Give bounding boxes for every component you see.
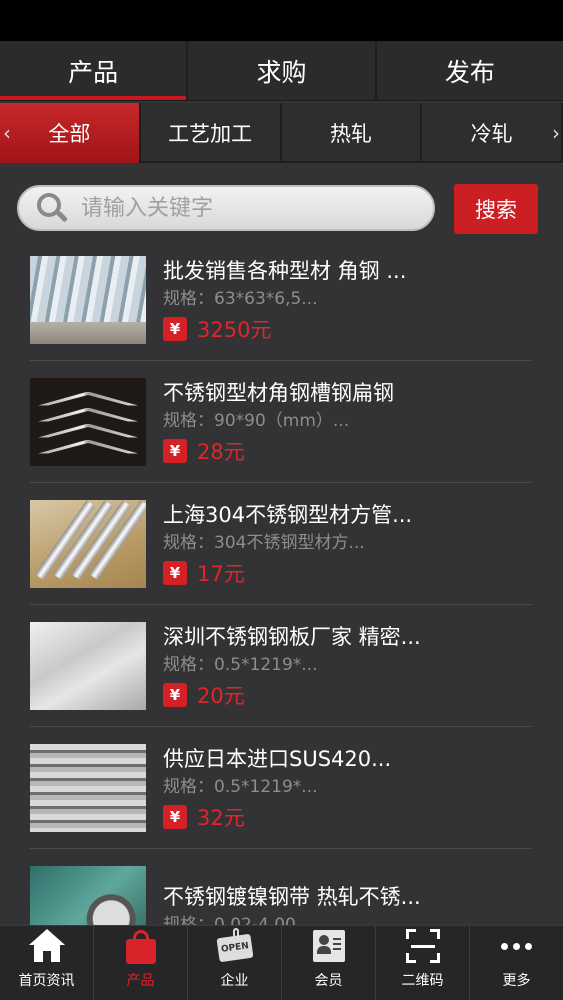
product-item[interactable]: 不锈钢型材角钢槽钢扁钢 规格：90*90（mm）... ¥ 28元 — [30, 361, 532, 483]
tab-purchase-requests[interactable]: 求购 — [188, 41, 377, 100]
product-price: 17元 — [197, 561, 245, 586]
status-bar — [0, 0, 563, 41]
product-thumbnail-square-tubes — [30, 499, 146, 588]
open-sign-icon: OPEN — [215, 928, 255, 964]
nav-label: 更多 — [502, 973, 531, 989]
product-thumbnail-steel-sheets — [30, 621, 146, 710]
search-input[interactable] — [81, 195, 401, 221]
tab-publish[interactable]: 发布 — [377, 41, 563, 100]
category-hot-rolled[interactable]: 热轧 — [282, 103, 423, 163]
nav-label: 二维码 — [401, 973, 444, 989]
yen-icon: ¥ — [163, 560, 187, 585]
nav-products[interactable]: 产品 — [94, 926, 188, 1000]
product-price: 28元 — [197, 439, 245, 464]
product-price: 20元 — [197, 683, 245, 708]
category-processing[interactable]: 工艺加工 — [141, 103, 282, 163]
search-button[interactable]: 搜索 — [454, 184, 538, 234]
nav-label: 产品 — [126, 973, 155, 989]
product-price: 32元 — [197, 805, 245, 830]
product-item[interactable]: 供应日本进口SUS420... 规格：0.5*1219*... ¥ 32元 — [30, 727, 532, 849]
nav-label: 首页资讯 — [18, 973, 75, 989]
qr-scan-icon — [403, 928, 443, 964]
product-title: 不锈钢镀镍钢带 热轧不锈... — [163, 884, 421, 909]
nav-more[interactable]: 更多 — [470, 926, 563, 1000]
product-spec: 规格：90*90（mm）... — [163, 410, 350, 431]
category-cold-rolled[interactable]: 冷轧 — [422, 103, 563, 163]
category-all[interactable]: 全部 — [0, 103, 141, 163]
tab-products[interactable]: 产品 — [0, 41, 189, 100]
main-tabs: 产品 求购 发布 — [0, 41, 563, 101]
member-card-icon — [309, 928, 349, 964]
product-thumbnail-angle-steel — [30, 255, 146, 344]
yen-icon: ¥ — [163, 438, 187, 463]
product-thumbnail-warehouse-plates — [30, 743, 146, 832]
yen-icon: ¥ — [163, 804, 187, 829]
home-icon — [27, 928, 67, 964]
product-title: 深圳不锈钢钢板厂家 精密... — [163, 624, 421, 649]
nav-label: 会员 — [314, 973, 343, 989]
nav-qr-code[interactable]: 二维码 — [376, 926, 470, 1000]
product-item[interactable]: 深圳不锈钢钢板厂家 精密... 规格：0.5*1219*... ¥ 20元 — [30, 605, 532, 727]
search-icon — [35, 191, 69, 225]
product-spec: 规格：304不锈钢型材方... — [163, 532, 365, 553]
product-title: 上海304不锈钢型材方管... — [163, 502, 413, 527]
product-spec: 规格：0.5*1219*... — [163, 654, 318, 675]
product-price: 3250元 — [197, 317, 272, 342]
search-box — [17, 185, 435, 231]
nav-label: 企业 — [220, 973, 249, 989]
yen-icon: ¥ — [163, 316, 187, 341]
category-tabs: ‹ 全部 工艺加工 热轧 冷轧 › — [0, 103, 563, 163]
product-item[interactable]: 批发销售各种型材 角钢 ... 规格：63*63*6,5... ¥ 3250元 — [30, 239, 532, 361]
product-title: 批发销售各种型材 角钢 ... — [163, 258, 407, 283]
nav-enterprise[interactable]: OPEN 企业 — [188, 926, 282, 1000]
bottom-nav: 首页资讯 产品 OPEN 企业 会员 二维码 更多 — [0, 925, 563, 1000]
product-thumbnail-angle-steel-stack — [30, 377, 146, 466]
product-title: 不锈钢型材角钢槽钢扁钢 — [163, 380, 394, 405]
product-item[interactable]: 上海304不锈钢型材方管... 规格：304不锈钢型材方... ¥ 17元 — [30, 483, 532, 605]
shopping-bag-icon — [121, 928, 161, 964]
product-title: 供应日本进口SUS420... — [163, 746, 392, 771]
yen-icon: ¥ — [163, 682, 187, 707]
product-spec: 规格：63*63*6,5... — [163, 288, 318, 309]
scroll-left-icon[interactable]: ‹ — [0, 103, 14, 163]
scroll-right-icon[interactable]: › — [549, 103, 563, 163]
product-list: 批发销售各种型材 角钢 ... 规格：63*63*6,5... ¥ 3250元 … — [30, 239, 532, 971]
nav-home-news[interactable]: 首页资讯 — [0, 926, 94, 1000]
more-dots-icon — [497, 928, 537, 964]
product-spec: 规格：0.5*1219*... — [163, 776, 318, 797]
nav-member[interactable]: 会员 — [282, 926, 376, 1000]
